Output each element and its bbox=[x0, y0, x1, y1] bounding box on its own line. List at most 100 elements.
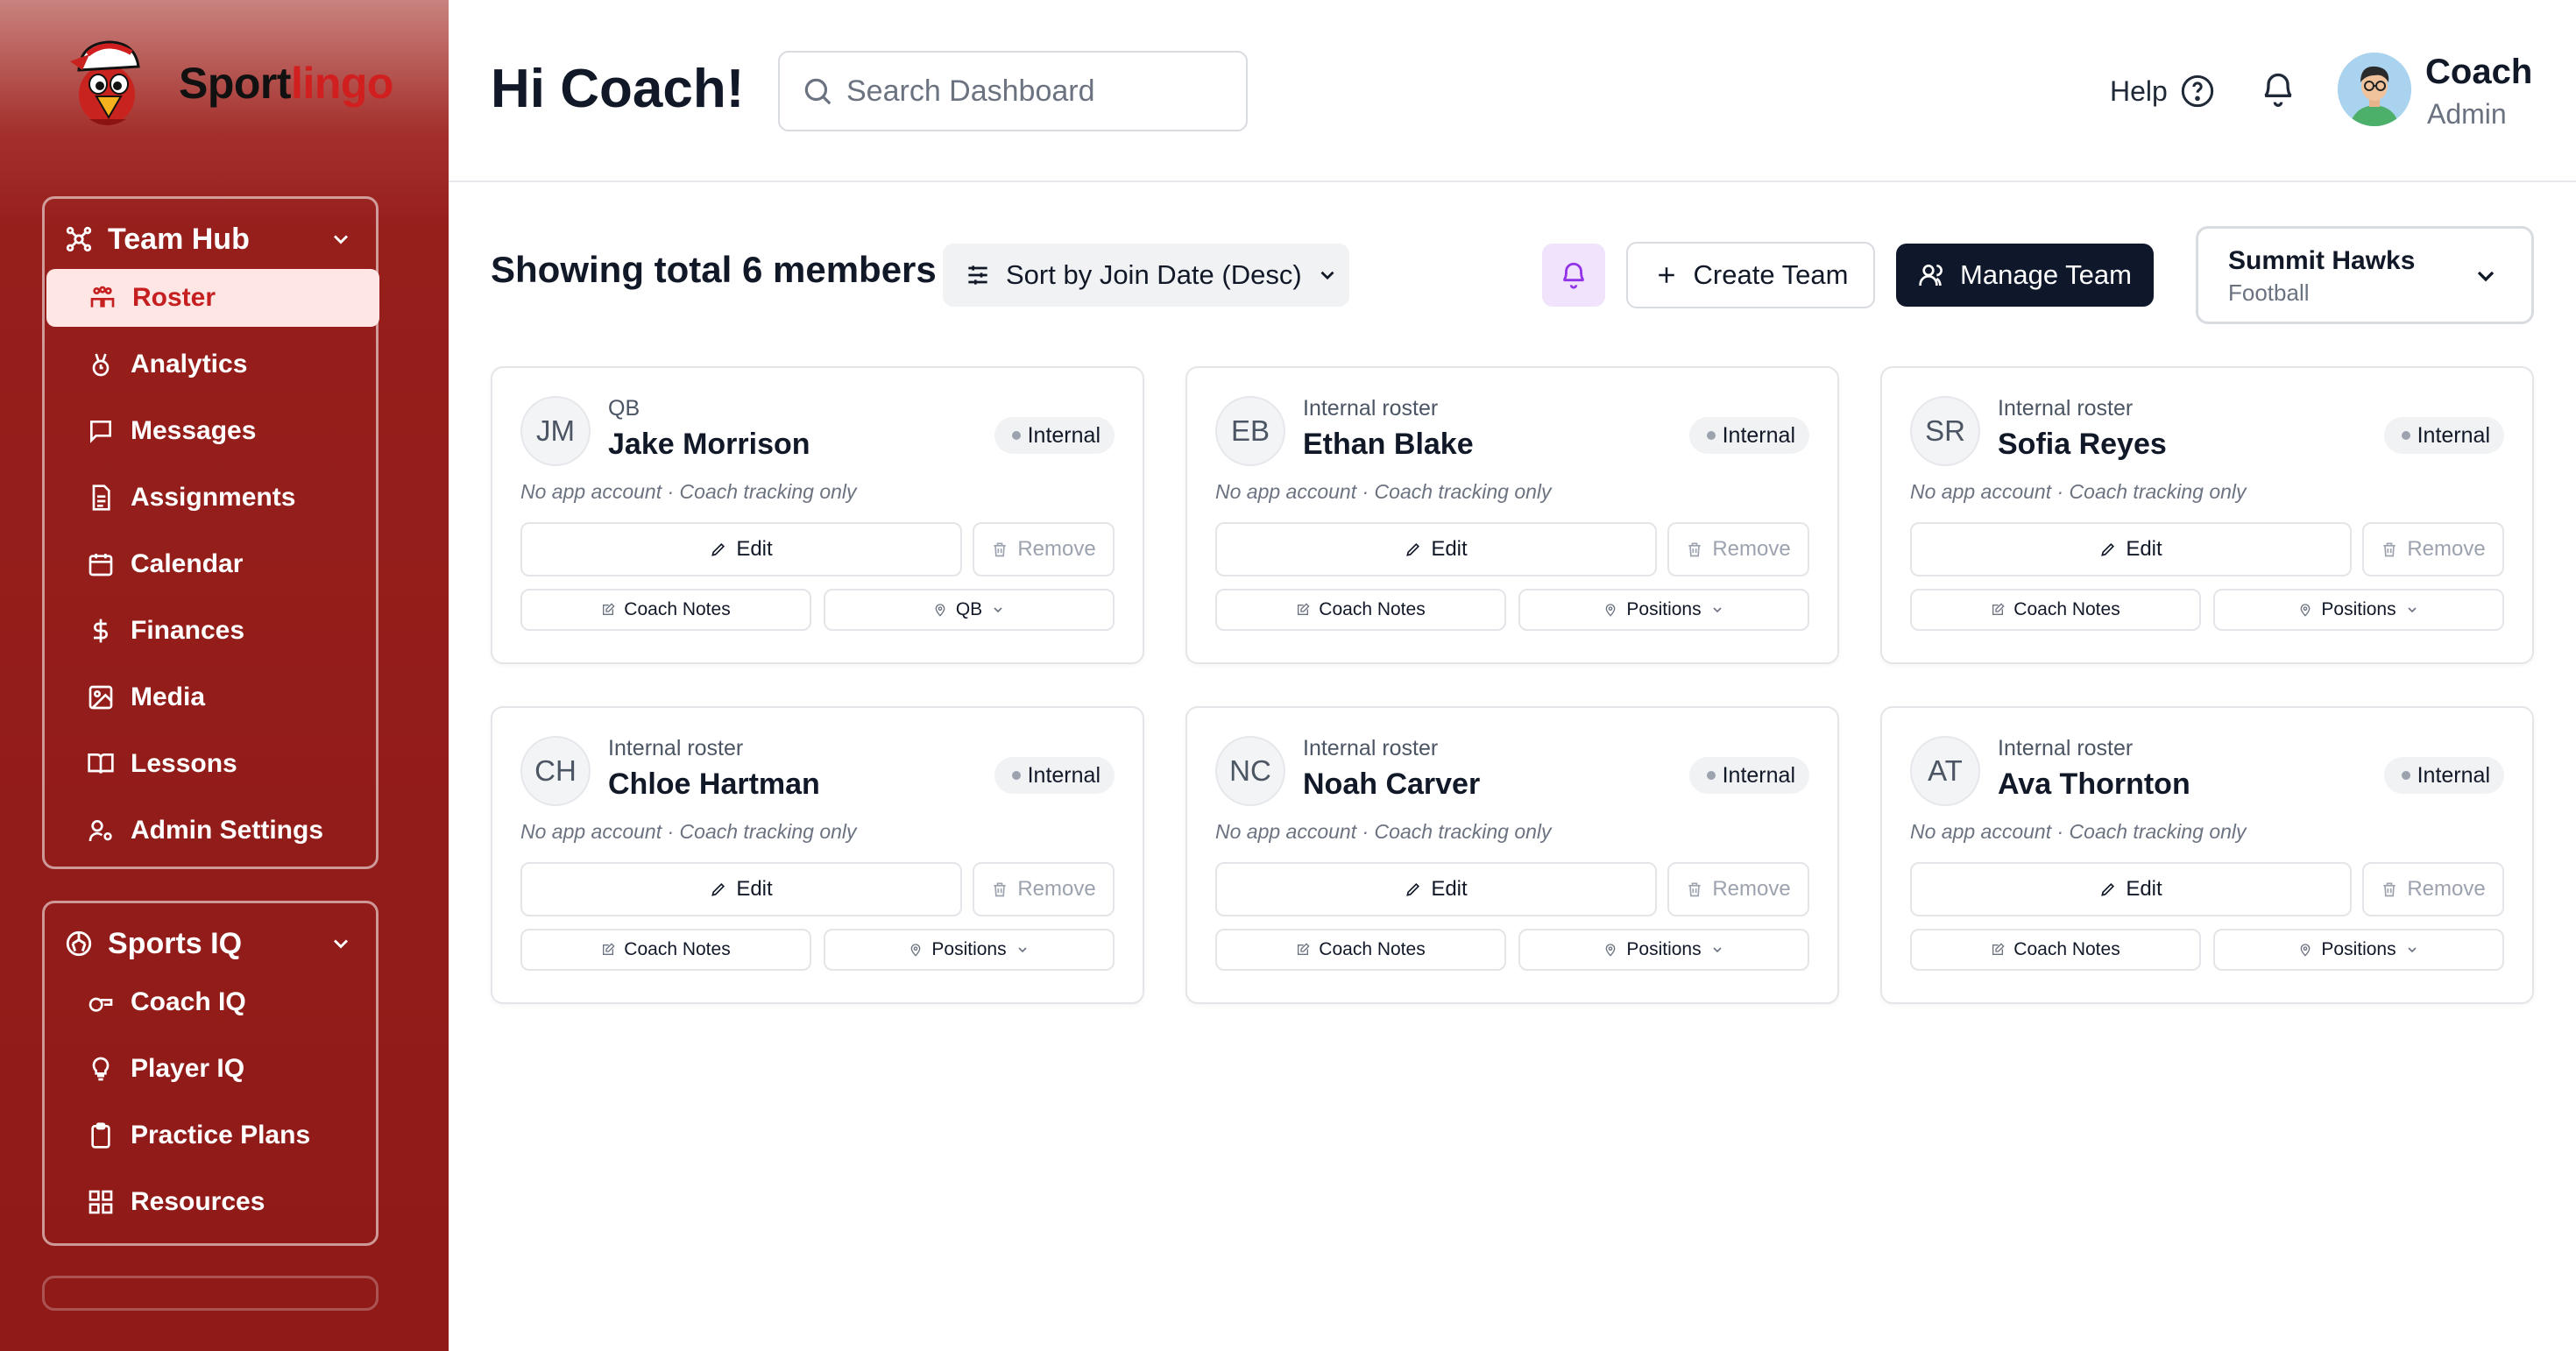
team-hub-header[interactable]: Team Hub bbox=[64, 215, 362, 264]
remove-button[interactable]: Remove bbox=[2362, 522, 2504, 576]
chevron-down-icon[interactable] bbox=[329, 227, 353, 251]
manage-team-button[interactable]: Manage Team bbox=[1896, 244, 2154, 307]
coach-notes-button[interactable]: Coach Notes bbox=[520, 929, 811, 971]
member-card: EB Internal roster Ethan Blake Internal … bbox=[1185, 366, 1839, 664]
trash-icon bbox=[994, 882, 1006, 897]
sports-iq-group: Sports IQ Coach IQ Player IQ Practice Pl… bbox=[42, 901, 379, 1246]
positions-dropdown[interactable]: QB bbox=[824, 589, 1115, 631]
coach-notes-button[interactable]: Coach Notes bbox=[1215, 929, 1506, 971]
trash-icon bbox=[2383, 882, 2396, 897]
dollar-icon bbox=[94, 619, 108, 643]
help-button[interactable]: Help bbox=[2110, 68, 2215, 114]
team-name: Summit Hawks bbox=[2228, 246, 2416, 275]
note-edit-icon bbox=[1992, 603, 2005, 615]
positions-dropdown[interactable]: Positions bbox=[2213, 589, 2504, 631]
map-pin-icon bbox=[911, 944, 921, 957]
edit-label: Edit bbox=[736, 877, 773, 901]
sidebar-item-media[interactable]: Media bbox=[45, 668, 381, 726]
edit-button[interactable]: Edit bbox=[1910, 522, 2352, 576]
positions-dropdown[interactable]: Positions bbox=[1518, 929, 1809, 971]
avatar[interactable] bbox=[2338, 53, 2411, 126]
positions-dropdown[interactable]: Positions bbox=[1518, 589, 1809, 631]
remove-button[interactable]: Remove bbox=[973, 522, 1115, 576]
member-name: Ava Thornton bbox=[1998, 767, 2190, 801]
coach-notes-button[interactable]: Coach Notes bbox=[1215, 589, 1506, 631]
brand-logo[interactable]: Sportlingo bbox=[63, 35, 393, 131]
user-name: Coach bbox=[2425, 53, 2533, 91]
sidebar-item-label: Messages bbox=[131, 416, 257, 445]
calendar-icon bbox=[88, 554, 113, 576]
team-selector[interactable]: Summit Hawks Football bbox=[2196, 226, 2534, 324]
sidebar-item-messages[interactable]: Messages bbox=[45, 402, 381, 460]
sports-iq-header[interactable]: Sports IQ bbox=[64, 919, 362, 968]
search-box[interactable] bbox=[778, 51, 1248, 131]
search-input[interactable] bbox=[846, 74, 1232, 109]
status-badge: Internal bbox=[2383, 757, 2504, 794]
brand-name-part1: Sport bbox=[179, 59, 292, 108]
chevron-down-icon[interactable] bbox=[329, 931, 353, 956]
sidebar-item-label: Player IQ bbox=[131, 1054, 245, 1083]
note-edit-icon bbox=[1992, 943, 2005, 955]
status-label: Internal bbox=[1027, 762, 1100, 788]
edit-label: Edit bbox=[736, 537, 773, 561]
sort-dropdown[interactable]: Sort by Join Date (Desc) bbox=[943, 244, 1349, 307]
messages-icon bbox=[90, 421, 111, 443]
sidebar-item-analytics[interactable]: Analytics bbox=[45, 336, 381, 393]
pencil-icon bbox=[711, 882, 725, 896]
search-icon bbox=[804, 78, 832, 105]
sidebar-item-label: Analytics bbox=[131, 350, 248, 378]
notification-bell-icon[interactable] bbox=[2259, 70, 2297, 109]
edit-button[interactable]: Edit bbox=[1215, 522, 1657, 576]
coach-notes-button[interactable]: Coach Notes bbox=[1910, 589, 2201, 631]
sidebar-item-finances[interactable]: Finances bbox=[45, 602, 381, 660]
create-team-button[interactable]: Create Team bbox=[1626, 242, 1875, 308]
sidebar-item-assignments[interactable]: Assignments bbox=[45, 469, 381, 527]
sidebar-item-admin-settings[interactable]: Admin Settings bbox=[45, 802, 381, 859]
pencil-icon bbox=[2101, 882, 2115, 896]
user-avatar-illustration bbox=[2338, 53, 2411, 126]
edit-button[interactable]: Edit bbox=[1910, 862, 2352, 916]
edit-button[interactable]: Edit bbox=[520, 522, 962, 576]
sidebar-item-coach-iq[interactable]: Coach IQ bbox=[45, 973, 381, 1031]
notify-members-button[interactable] bbox=[1542, 244, 1605, 307]
chevron-down-icon bbox=[2477, 271, 2495, 282]
remove-label: Remove bbox=[1712, 537, 1791, 561]
whistle-icon bbox=[88, 997, 113, 1012]
sidebar-item-practice-plans[interactable]: Practice Plans bbox=[45, 1107, 381, 1164]
plus-icon bbox=[1658, 267, 1674, 283]
lightbulb-icon bbox=[92, 1057, 110, 1081]
trash-icon bbox=[994, 542, 1006, 557]
member-initials-avatar: NC bbox=[1215, 736, 1285, 806]
remove-button[interactable]: Remove bbox=[973, 862, 1115, 916]
remove-button[interactable]: Remove bbox=[1667, 862, 1809, 916]
remove-button[interactable]: Remove bbox=[2362, 862, 2504, 916]
positions-dropdown[interactable]: Positions bbox=[2213, 929, 2504, 971]
edit-label: Edit bbox=[2126, 537, 2162, 561]
sidebar-item-label: Finances bbox=[131, 616, 245, 645]
member-initials-avatar: EB bbox=[1215, 396, 1285, 466]
sidebar-item-label: Practice Plans bbox=[131, 1121, 311, 1149]
collapsed-group[interactable] bbox=[42, 1276, 379, 1311]
edit-button[interactable]: Edit bbox=[520, 862, 962, 916]
edit-button[interactable]: Edit bbox=[1215, 862, 1657, 916]
sidebar-item-player-iq[interactable]: Player IQ bbox=[45, 1040, 381, 1098]
status-label: Internal bbox=[1722, 422, 1795, 448]
member-initials-avatar: SR bbox=[1910, 396, 1980, 466]
users-icon bbox=[1919, 265, 1943, 286]
positions-dropdown[interactable]: Positions bbox=[824, 929, 1115, 971]
note-edit-icon bbox=[1298, 943, 1310, 955]
member-initials-avatar: JM bbox=[520, 396, 591, 466]
sidebar-item-lessons[interactable]: Lessons bbox=[45, 735, 381, 793]
note-edit-icon bbox=[603, 943, 615, 955]
status-dot bbox=[1011, 771, 1021, 780]
remove-button[interactable]: Remove bbox=[1667, 522, 1809, 576]
coach-notes-label: Coach Notes bbox=[624, 939, 731, 959]
member-initials-avatar: CH bbox=[520, 736, 591, 806]
sidebar-item-roster[interactable]: Roster bbox=[46, 269, 379, 327]
member-position: Internal roster bbox=[1303, 396, 1439, 421]
coach-notes-button[interactable]: Coach Notes bbox=[520, 589, 811, 631]
sidebar-item-calendar[interactable]: Calendar bbox=[45, 535, 381, 593]
network-icon bbox=[66, 226, 92, 252]
sidebar-item-resources[interactable]: Resources bbox=[45, 1173, 381, 1231]
coach-notes-button[interactable]: Coach Notes bbox=[1910, 929, 2201, 971]
